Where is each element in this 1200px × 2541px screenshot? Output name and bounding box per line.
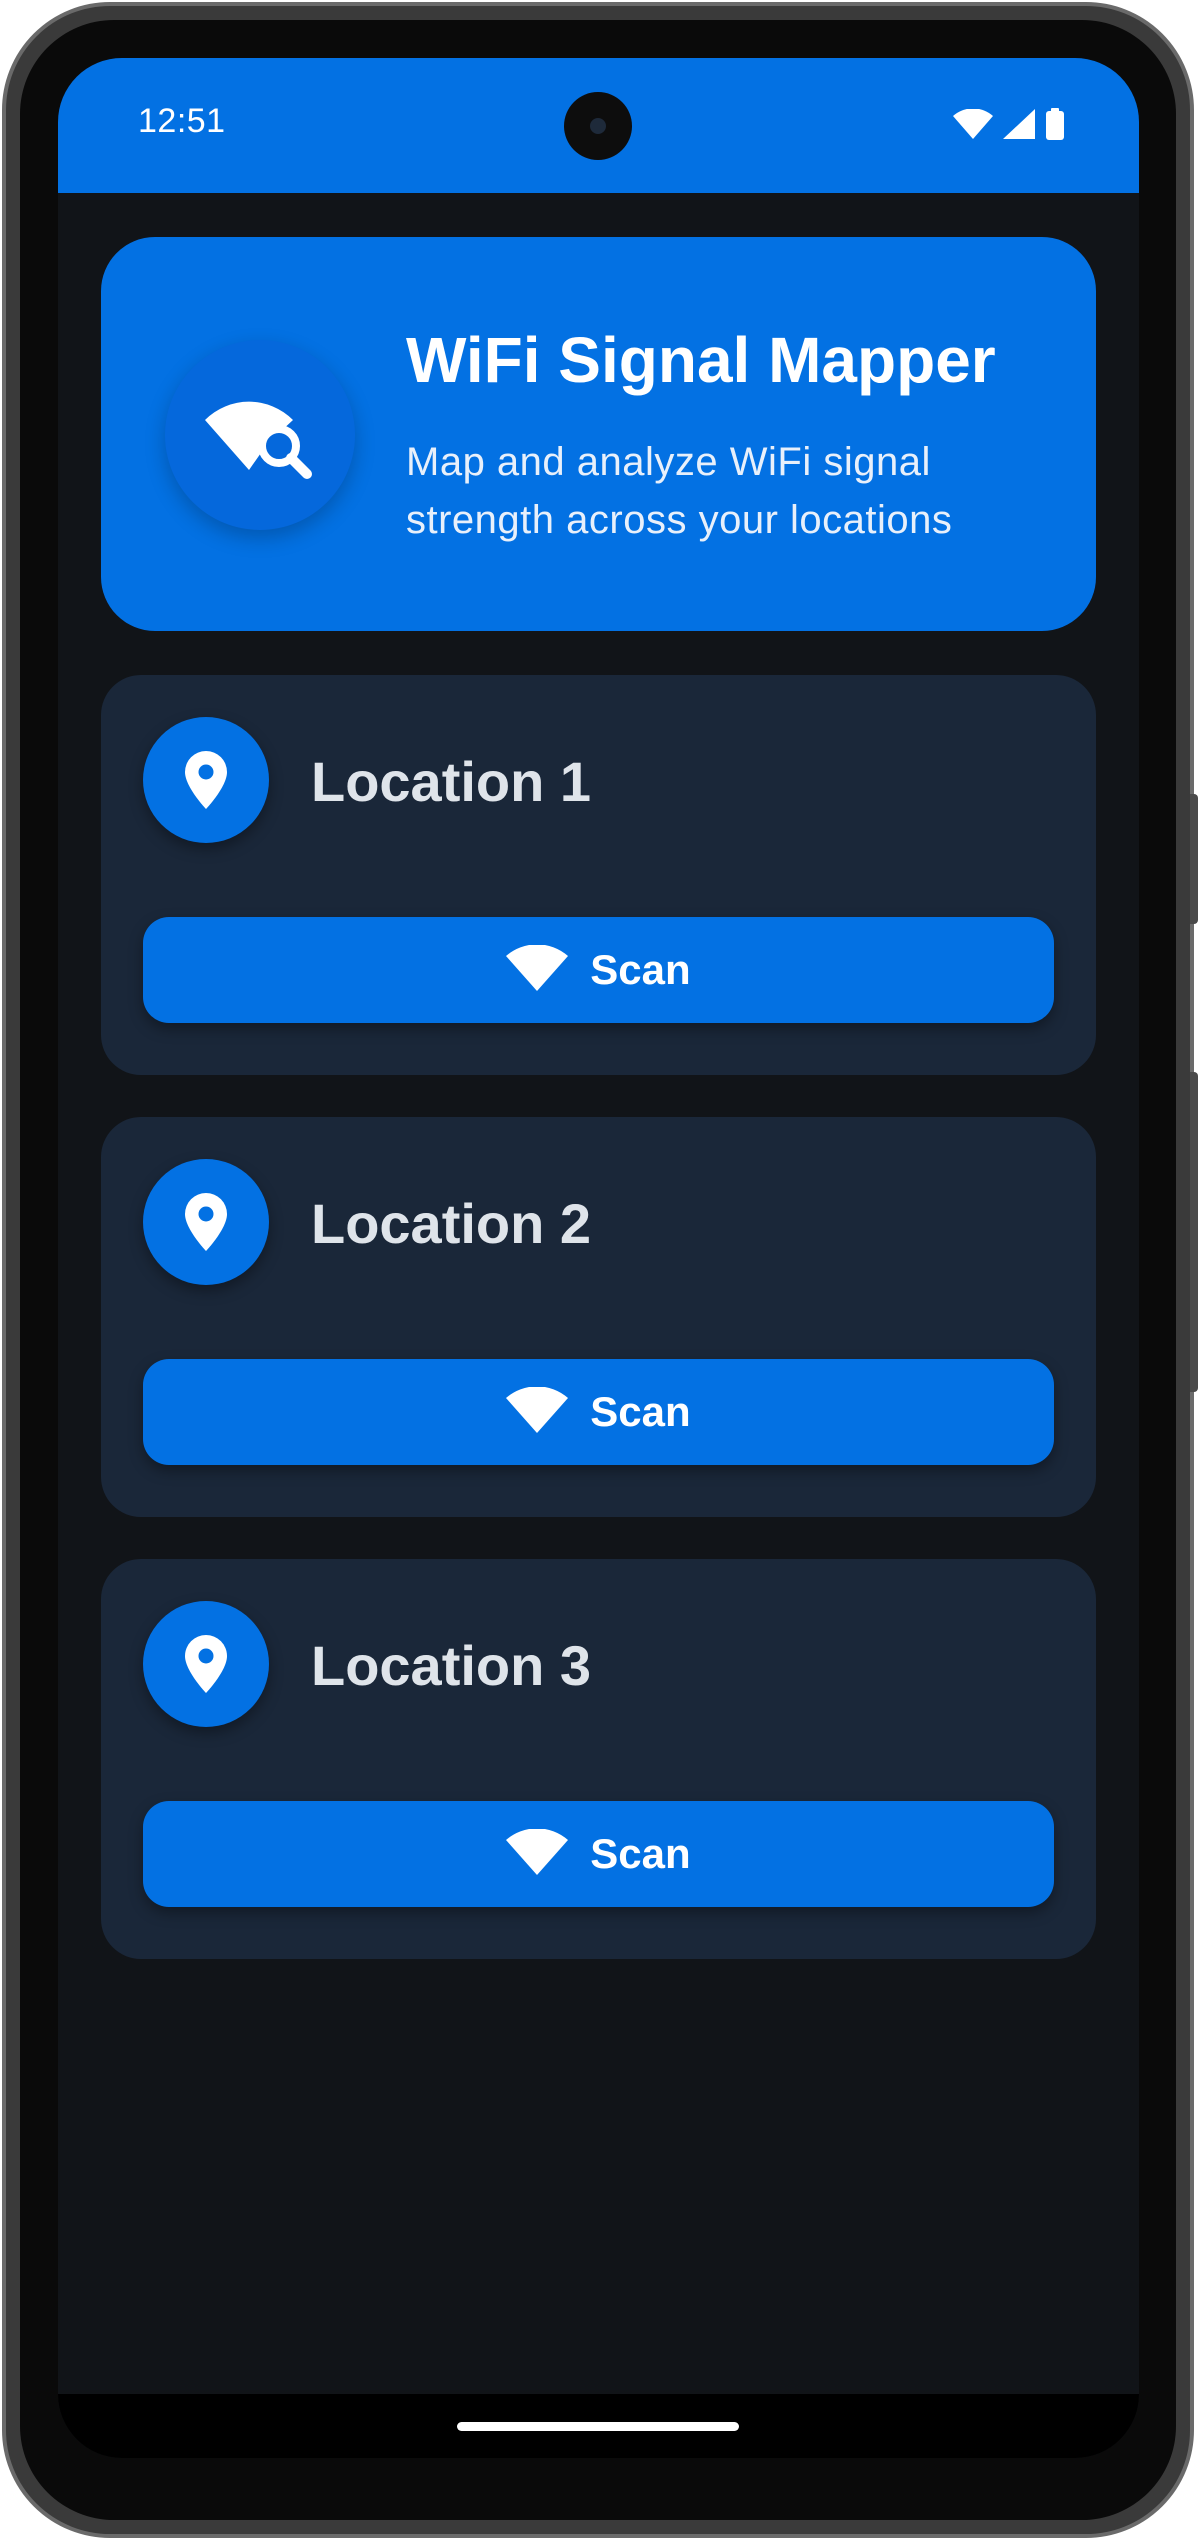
app-screen: 12:51 WiFi Signal Mapper Map and analyze…	[58, 58, 1139, 2458]
scan-button-label: Scan	[590, 1388, 691, 1435]
navigation-bar	[58, 2394, 1139, 2458]
status-time: 12:51	[138, 102, 226, 140]
location-name: Location 1	[311, 750, 592, 813]
scan-button[interactable]: Scan	[143, 917, 1054, 1023]
page-title: WiFi Signal Mapper	[406, 324, 996, 396]
wifi-icon	[953, 108, 993, 144]
location-card: Location 1 Scan	[101, 675, 1096, 1075]
scan-button[interactable]: Scan	[143, 1801, 1054, 1907]
location-card: Location 2 Scan	[101, 1117, 1096, 1517]
status-bar: 12:51	[58, 58, 1139, 193]
location-name: Location 3	[311, 1634, 592, 1697]
app-header-card: WiFi Signal Mapper Map and analyze WiFi …	[101, 237, 1096, 631]
scan-button[interactable]: Scan	[143, 1359, 1054, 1465]
power-button	[1190, 794, 1198, 924]
scan-button-label: Scan	[590, 1830, 691, 1877]
home-indicator[interactable]	[457, 2422, 739, 2431]
battery-icon	[1045, 108, 1065, 145]
wifi-icon	[506, 1827, 569, 1880]
location-card: Location 3 Scan	[101, 1559, 1096, 1959]
wifi-search-icon	[165, 340, 355, 530]
front-camera	[564, 92, 632, 160]
wifi-icon	[506, 1385, 569, 1438]
location-pin-icon	[143, 717, 269, 843]
location-pin-icon	[143, 1159, 269, 1285]
volume-button	[1190, 1072, 1198, 1392]
location-name: Location 2	[311, 1192, 592, 1255]
location-pin-icon	[143, 1601, 269, 1727]
cellular-signal-icon	[1003, 109, 1035, 144]
scan-button-label: Scan	[590, 946, 691, 993]
wifi-icon	[506, 943, 569, 996]
page-subtitle: Map and analyze WiFi signal strength acr…	[406, 440, 953, 542]
status-icons	[953, 108, 1065, 145]
